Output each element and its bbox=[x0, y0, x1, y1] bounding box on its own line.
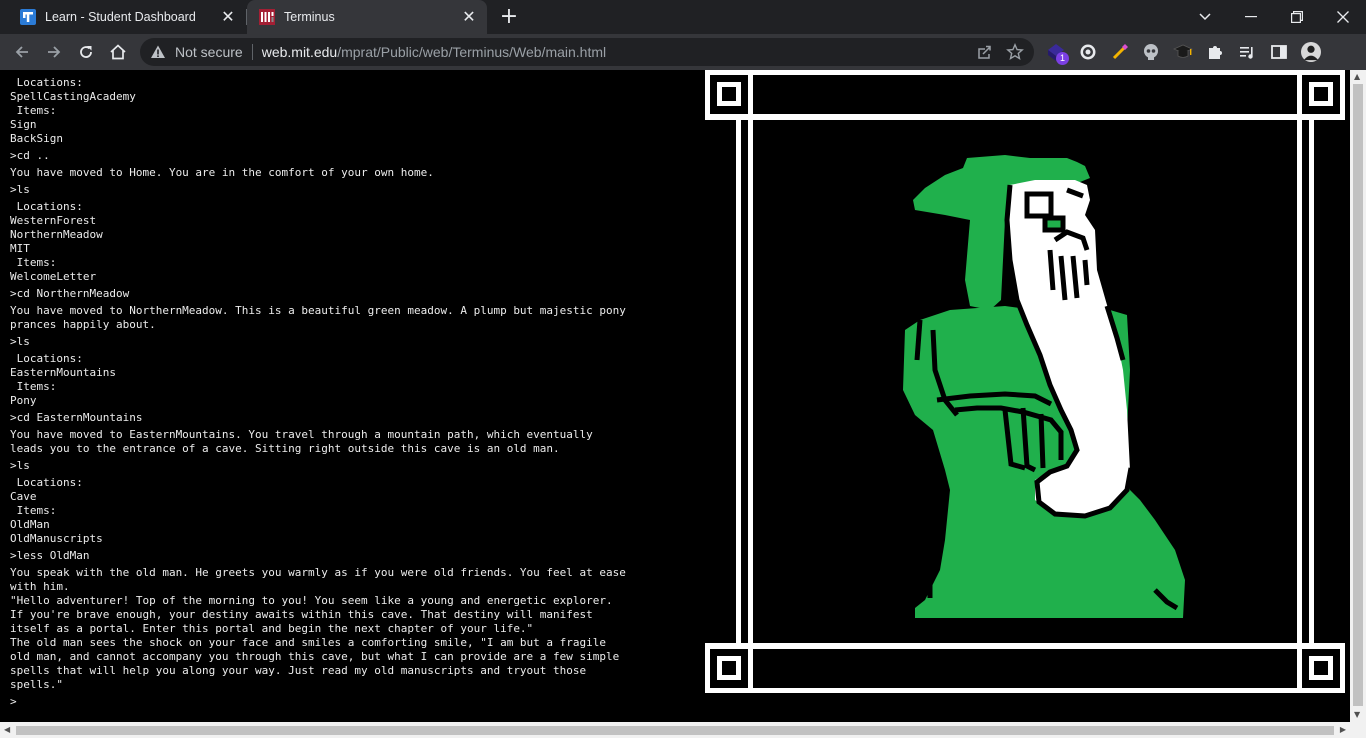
terminal-output-line: spells that will help you along your way… bbox=[10, 664, 587, 677]
terminal-output-line: Items: bbox=[10, 104, 57, 117]
extension-badge: 1 bbox=[1056, 52, 1069, 65]
terminal-output-line: leads you to the entrance of a cave. Sit… bbox=[10, 442, 560, 455]
scroll-down-icon[interactable]: ▼ bbox=[1354, 711, 1360, 719]
terminus-page: Locations: SpellCastingAcademy Items: Sign… bbox=[0, 70, 1350, 722]
url-text[interactable]: web.mit.edu/mprat/Public/web/Terminus/We… bbox=[262, 44, 606, 60]
warning-icon[interactable] bbox=[150, 44, 166, 60]
prompt-symbol: > bbox=[10, 695, 17, 708]
terminal-command-line: >ls bbox=[10, 183, 30, 196]
forward-icon[interactable] bbox=[42, 40, 66, 64]
terminal-output-line: WesternForest bbox=[10, 214, 97, 227]
bookmark-star-icon[interactable] bbox=[1006, 43, 1024, 65]
terminal-output-line: WelcomeLetter bbox=[10, 270, 97, 283]
terminal-output-line: spells." bbox=[10, 678, 63, 691]
terminal-output-line: BackSign bbox=[10, 132, 63, 145]
terminal-output-line: Locations: bbox=[10, 476, 83, 489]
terminal-output-line: old man, and cannot accompany you throug… bbox=[10, 650, 620, 663]
close-tab-icon[interactable]: ✕ bbox=[220, 9, 236, 25]
terminal-output-line: EasternMountains bbox=[10, 366, 116, 379]
terminal-output-line: with him. bbox=[10, 580, 70, 593]
terminal-output-line: NorthernMeadow bbox=[10, 228, 103, 241]
back-icon[interactable] bbox=[10, 40, 34, 64]
terminal-output-line: Locations: bbox=[10, 76, 83, 89]
tab-title: Learn - Student Dashboard bbox=[45, 10, 196, 24]
terminal-output-line: Sign bbox=[10, 118, 37, 131]
tab-strip: Learn - Student Dashboard ✕ Terminus ✕ + bbox=[0, 0, 1366, 34]
tab-search-icon[interactable] bbox=[1182, 0, 1228, 34]
horizontal-scrollbar[interactable]: ◀ ▶ bbox=[0, 722, 1366, 738]
close-window-icon[interactable] bbox=[1320, 0, 1366, 34]
location-artwork bbox=[705, 70, 1345, 693]
terminal-output-line: You have moved to NorthernMeadow. This i… bbox=[10, 304, 626, 317]
terminal-command-line: >cd .. bbox=[10, 149, 50, 162]
terminal-command-line: >cd EasternMountains bbox=[10, 411, 143, 424]
tab-learn-dashboard[interactable]: Learn - Student Dashboard ✕ bbox=[8, 0, 246, 34]
learn-favicon-icon bbox=[20, 9, 36, 25]
terminal-output-line: Pony bbox=[10, 394, 37, 407]
browser-toolbar: Not secure web.mit.edu/mprat/Public/web/… bbox=[0, 34, 1366, 70]
scroll-up-icon[interactable]: ▲ bbox=[1354, 73, 1360, 81]
extension-graduation-cap-icon[interactable] bbox=[1173, 42, 1193, 62]
url-path: /mprat/Public/web/Terminus/Web/main.html bbox=[337, 44, 607, 60]
terminal-prompt[interactable]: > bbox=[10, 695, 690, 709]
terminal-output-line: Items: bbox=[10, 256, 57, 269]
terminal-output: Locations: SpellCastingAcademy Items: Sign… bbox=[10, 76, 690, 709]
share-icon[interactable] bbox=[976, 44, 992, 64]
tab-title: Terminus bbox=[284, 10, 335, 24]
extension-pen-icon[interactable] bbox=[1110, 42, 1130, 62]
terminal-command-line: >cd NorthernMeadow bbox=[10, 287, 130, 300]
tab-terminus[interactable]: Terminus ✕ bbox=[247, 0, 487, 34]
terminal-output-line: Locations: bbox=[10, 200, 83, 213]
new-tab-icon[interactable]: + bbox=[498, 6, 520, 28]
mit-favicon-icon bbox=[259, 9, 275, 25]
terminal-output-line: itself as a portal. Enter this portal an… bbox=[10, 622, 534, 635]
extension-skull-icon[interactable] bbox=[1141, 42, 1161, 62]
terminal-output-line: OldManuscripts bbox=[10, 532, 103, 545]
wizard-picture-icon bbox=[705, 70, 1345, 693]
terminal-output-line: If you're brave enough, your destiny awa… bbox=[10, 608, 593, 621]
terminal-output-line: OldMan bbox=[10, 518, 50, 531]
scroll-left-icon[interactable]: ◀ bbox=[4, 726, 10, 734]
terminal-command-line: >less OldMan bbox=[10, 549, 90, 562]
terminal-command-line: >ls bbox=[10, 459, 30, 472]
terminal-output-line: MIT bbox=[10, 242, 30, 255]
address-bar[interactable]: Not secure web.mit.edu/mprat/Public/web/… bbox=[140, 38, 1034, 66]
terminal-output-line: You have moved to EasternMountains. You … bbox=[10, 428, 593, 441]
media-queue-icon[interactable] bbox=[1237, 42, 1257, 62]
terminal-output-line: Locations: bbox=[10, 352, 83, 365]
terminal-output-line: "Hello adventurer! Top of the morning to… bbox=[10, 594, 613, 607]
reload-icon[interactable] bbox=[74, 40, 98, 64]
terminal-output-line: Items: bbox=[10, 504, 57, 517]
terminal-output-line: You speak with the old man. He greets yo… bbox=[10, 566, 626, 579]
home-icon[interactable] bbox=[106, 40, 130, 64]
terminal-output-line: Cave bbox=[10, 490, 37, 503]
vertical-scrollbar[interactable]: ▲ ▼ bbox=[1350, 70, 1366, 722]
profile-avatar-icon[interactable] bbox=[1301, 42, 1321, 62]
side-panel-icon[interactable] bbox=[1269, 42, 1289, 62]
restore-icon[interactable] bbox=[1274, 0, 1320, 34]
terminal-output-line: SpellCastingAcademy bbox=[10, 90, 136, 103]
divider bbox=[251, 44, 253, 60]
horizontal-scroll-thumb[interactable] bbox=[16, 726, 1334, 735]
scroll-right-icon[interactable]: ▶ bbox=[1340, 726, 1346, 734]
terminal-output-line: Items: bbox=[10, 380, 57, 393]
minimize-icon[interactable] bbox=[1228, 0, 1274, 34]
terminal-output-line: The old man sees the shock on your face … bbox=[10, 636, 607, 649]
url-host: web.mit.edu bbox=[261, 44, 338, 60]
extension-circle-icon[interactable] bbox=[1078, 42, 1098, 62]
close-tab-icon[interactable]: ✕ bbox=[461, 9, 477, 25]
terminal-output-line: prances happily about. bbox=[10, 318, 156, 331]
security-status[interactable]: Not secure bbox=[175, 44, 243, 60]
extension-gem-icon[interactable]: 1 bbox=[1046, 42, 1069, 65]
terminal-output-line: You have moved to Home. You are in the c… bbox=[10, 166, 434, 179]
terminal-command-line: >ls bbox=[10, 335, 30, 348]
vertical-scroll-thumb[interactable] bbox=[1353, 84, 1363, 706]
extensions-puzzle-icon[interactable] bbox=[1205, 42, 1225, 62]
